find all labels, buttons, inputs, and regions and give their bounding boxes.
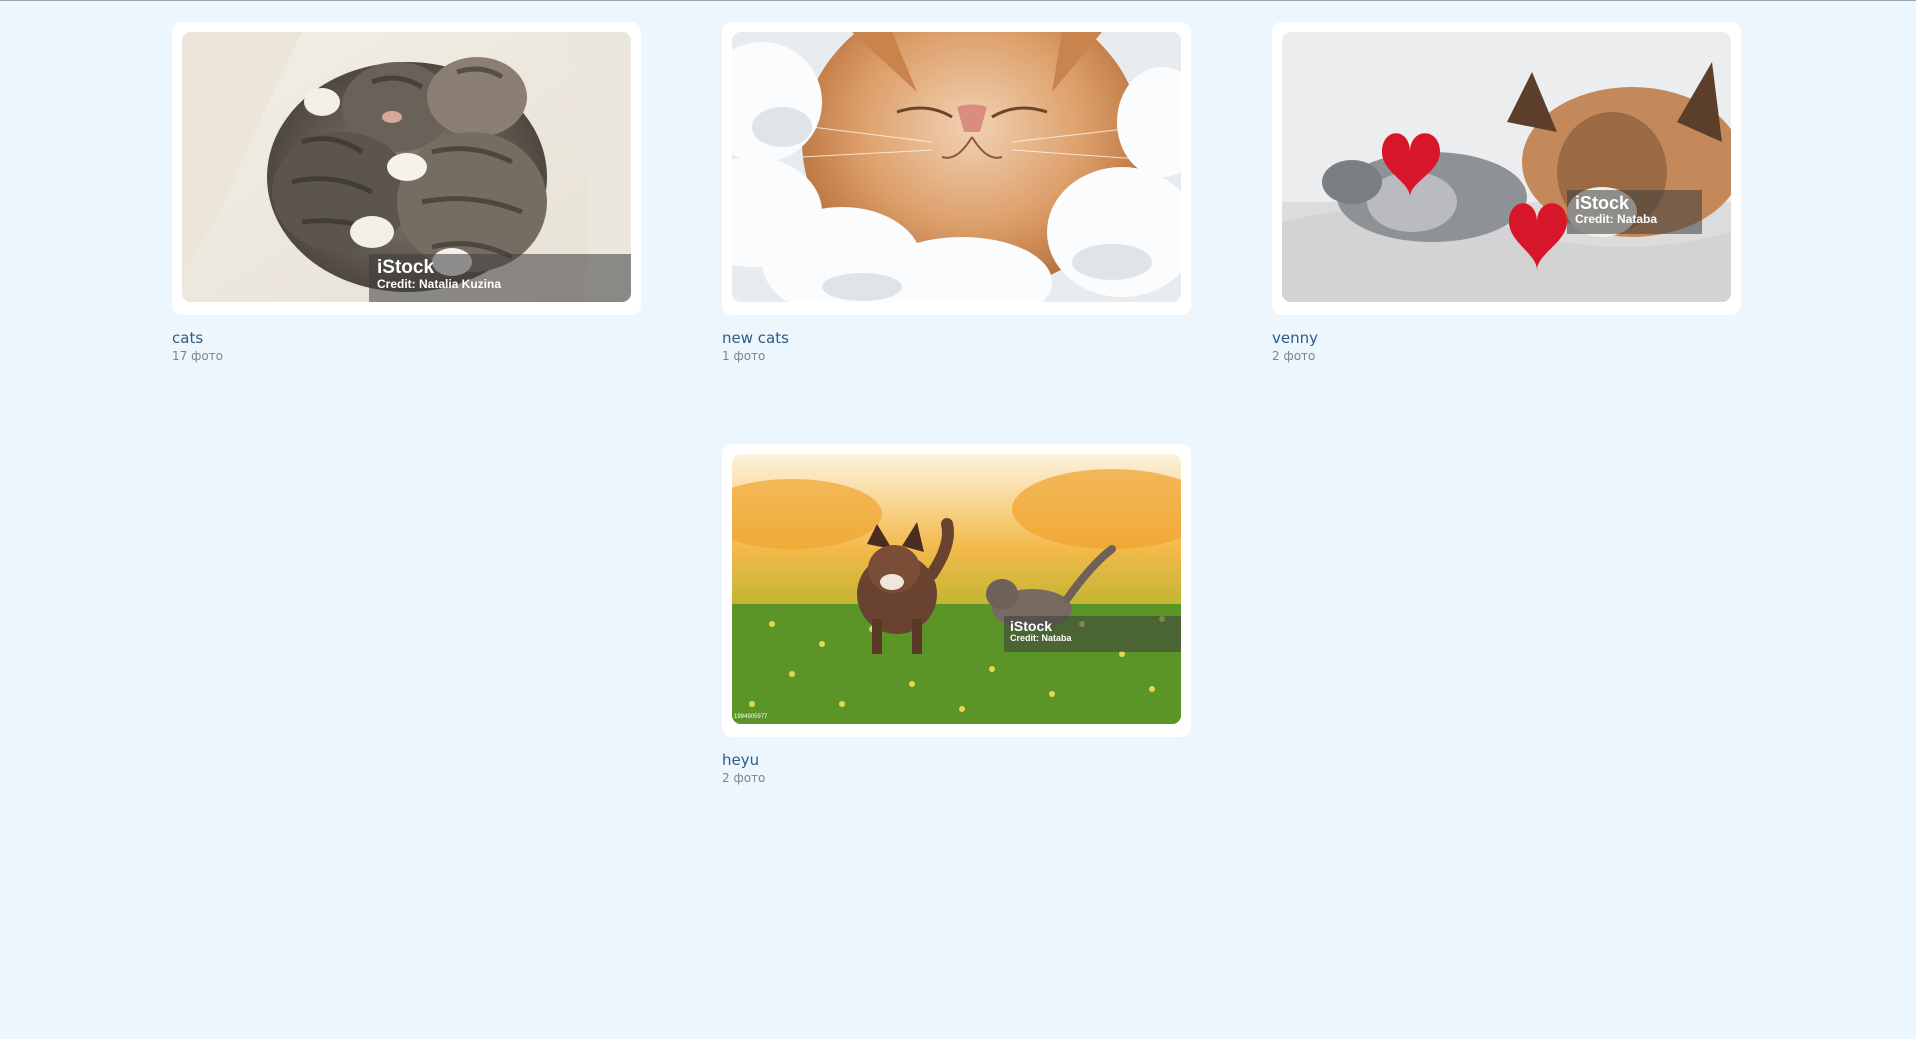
watermark-brand: iStock: [377, 257, 435, 278]
watermark-overlay: iStock Credit: Natalia Kuzina: [369, 254, 631, 302]
album-cover-card[interactable]: [722, 22, 1191, 315]
album-cover-image[interactable]: iStock Credit: Nataba: [1282, 32, 1731, 302]
album-new-cats: new cats 1 фото: [722, 22, 1191, 364]
album-photo-count: 2 фото: [722, 771, 766, 785]
album-cover-image[interactable]: iStock Credit: Nataba 1994905977: [732, 454, 1181, 724]
watermark-brand: iStock: [1010, 618, 1053, 634]
album-photo-count: 1 фото: [722, 349, 766, 363]
image-id-label: 1994905977: [734, 714, 768, 720]
album-venny: iStock Credit: Nataba venny 2 фото: [1272, 22, 1741, 364]
watermark-overlay: iStock Credit: Nataba: [1567, 190, 1702, 234]
dog-and-cat-in-meadow-photo: [732, 454, 1181, 724]
sleeping-kitten-photo: [732, 32, 1181, 302]
album-title[interactable]: new cats: [722, 329, 1191, 347]
watermark-brand: iStock: [1575, 193, 1630, 213]
album-cover-card[interactable]: iStock Credit: Natalia Kuzina: [172, 22, 641, 315]
watermark-credit: Credit: Nataba: [1575, 211, 1658, 226]
album-heyu: iStock Credit: Nataba 1994905977 heyu 2 …: [722, 444, 1191, 786]
watermark-credit: Credit: Natalia Kuzina: [377, 276, 502, 291]
album-photo-count: 2 фото: [1272, 349, 1316, 363]
album-cover-card[interactable]: iStock Credit: Nataba 1994905977: [722, 444, 1191, 737]
album-cats: iStock Credit: Natalia Kuzina cats 17 фо…: [172, 22, 641, 364]
album-title[interactable]: cats: [172, 329, 641, 347]
album-cover-image[interactable]: iStock Credit: Natalia Kuzina: [182, 32, 631, 302]
watermark-credit: Credit: Nataba: [1010, 632, 1072, 643]
album-title[interactable]: heyu: [722, 751, 1191, 769]
cat-and-dog-with-hearts-photo: [1282, 32, 1731, 302]
album-cover-image[interactable]: [732, 32, 1181, 302]
album-cover-card[interactable]: iStock Credit: Nataba: [1272, 22, 1741, 315]
album-photo-count: 17 фото: [172, 349, 224, 363]
album-title[interactable]: venny: [1272, 329, 1741, 347]
watermark-overlay: iStock Credit: Nataba: [1004, 616, 1181, 652]
